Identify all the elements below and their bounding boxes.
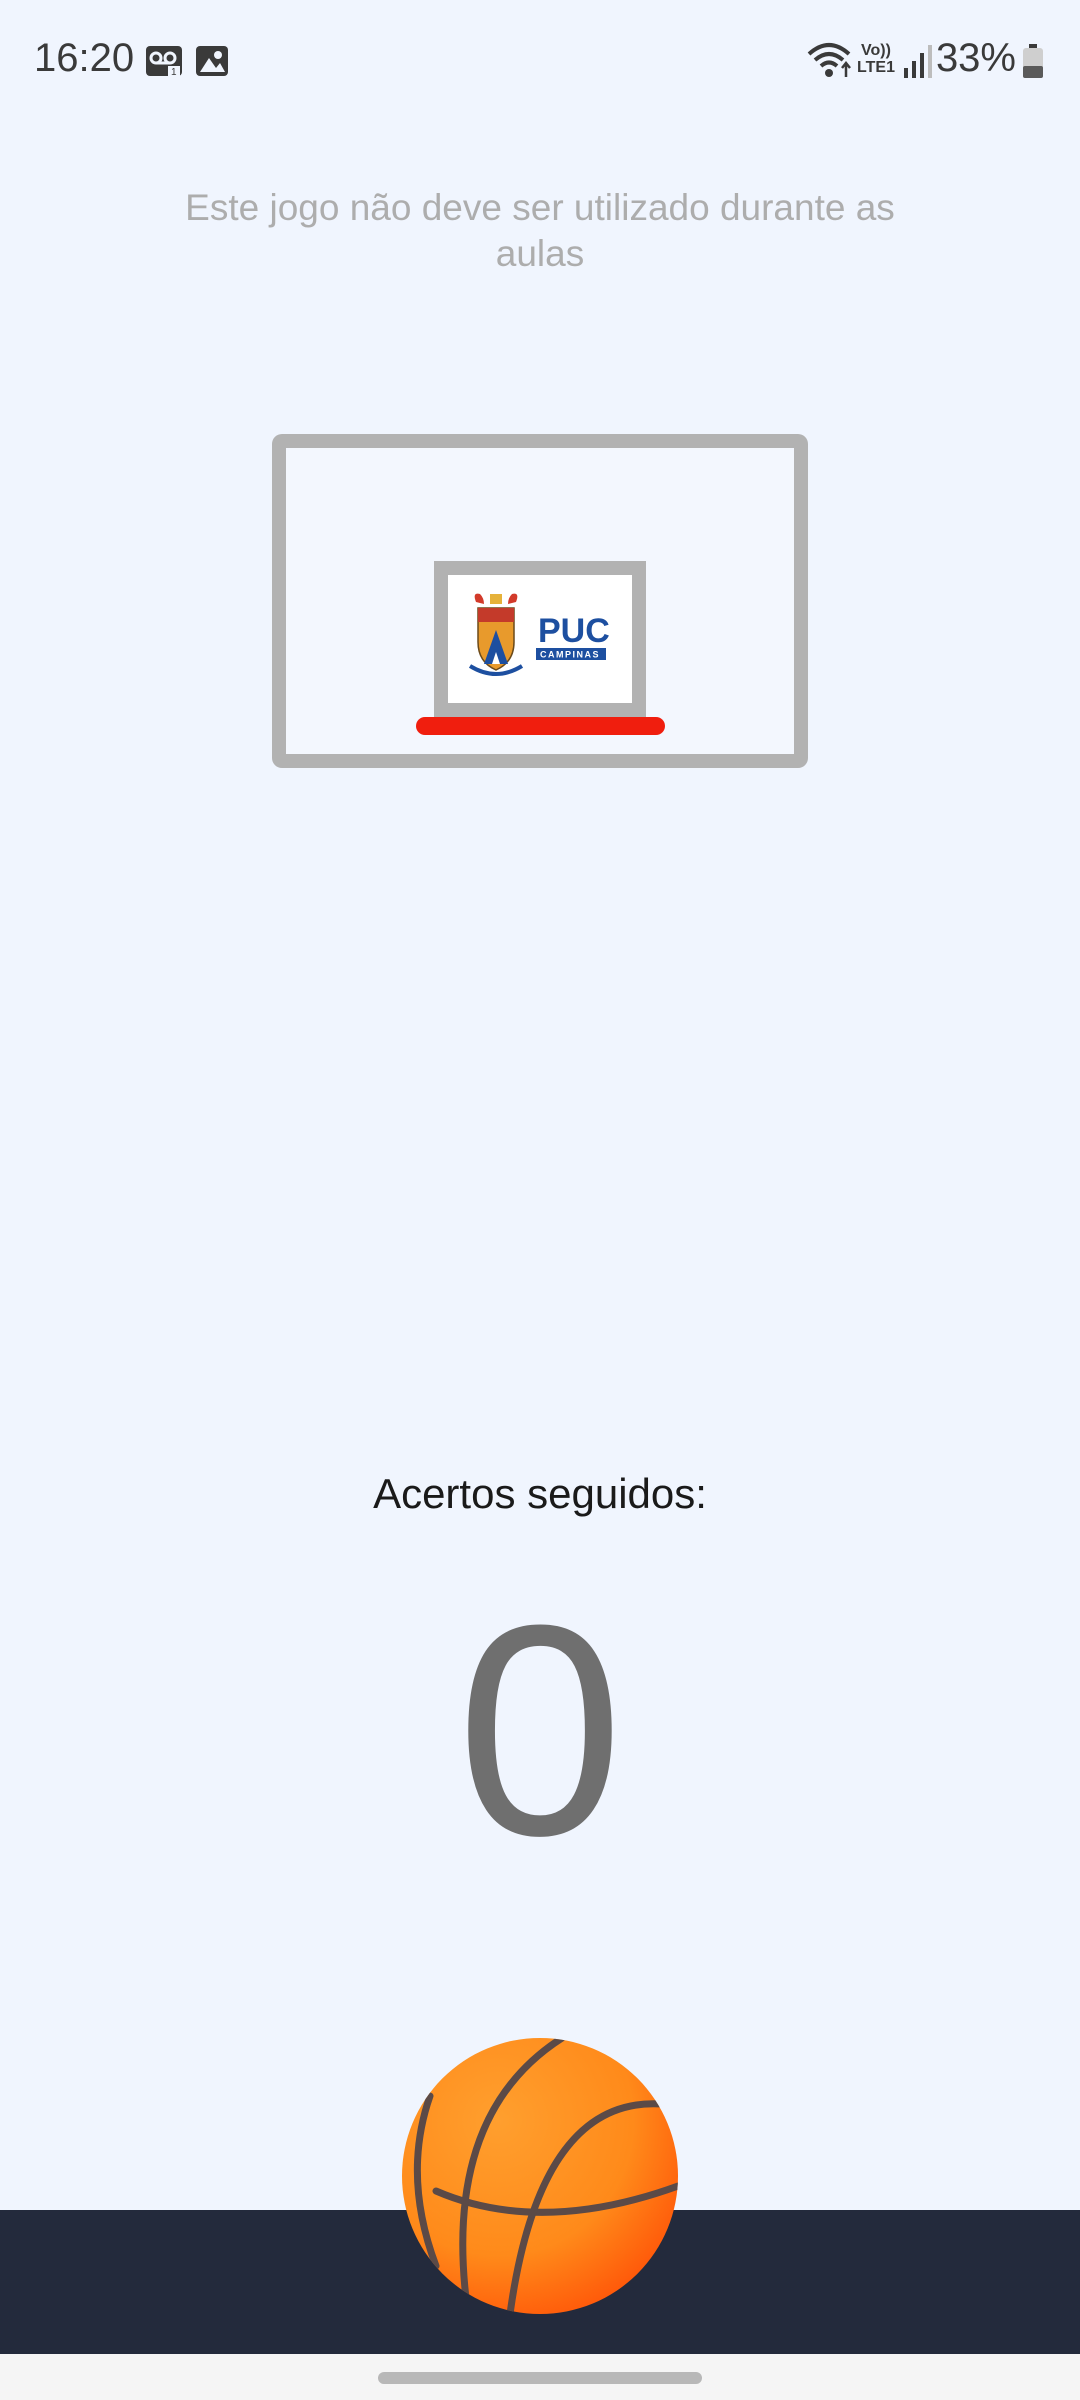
voicemail-icon: 1	[146, 46, 182, 78]
puc-campinas-logo: PUC CAMPINAS	[468, 593, 610, 676]
logo-text: PUC	[538, 612, 610, 650]
status-bar: 16:20 1 Vo)) LTE1 33%	[0, 0, 1080, 120]
home-gesture-bar[interactable]	[378, 2372, 702, 2384]
wifi-icon	[807, 43, 851, 77]
battery-percent: 33%	[935, 36, 1016, 80]
lte-label: LTE1	[857, 59, 895, 76]
battery-icon	[1023, 44, 1043, 78]
hoop-rim	[416, 717, 665, 735]
network-indicator: Vo)) LTE1	[856, 42, 896, 76]
usage-notice: Este jogo não deve ser utilizado durante…	[185, 187, 895, 274]
signal-icon	[904, 45, 932, 78]
basketball-icon[interactable]	[400, 2036, 680, 2316]
svg-text:1: 1	[171, 67, 177, 78]
volte-label: Vo))	[861, 42, 891, 59]
streak-counter: 0	[456, 1562, 624, 1898]
image-icon	[196, 46, 228, 76]
status-time: 16:20	[34, 36, 135, 80]
logo-subtext: CAMPINAS	[540, 650, 600, 660]
crest-icon	[468, 593, 524, 676]
streak-label: Acertos seguidos:	[373, 1470, 707, 1517]
